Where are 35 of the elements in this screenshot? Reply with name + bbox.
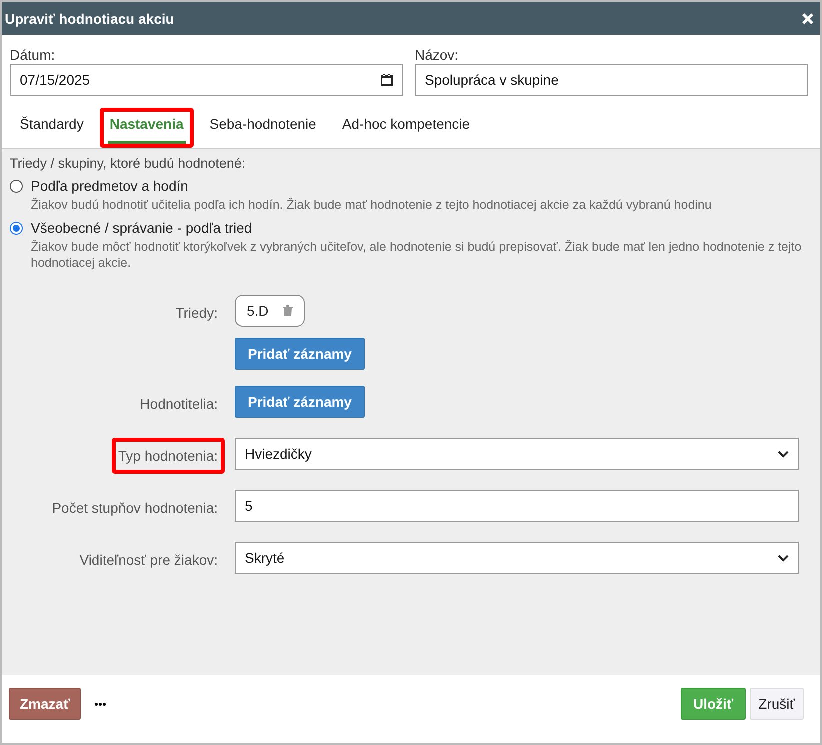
- calendar-icon[interactable]: [381, 74, 393, 86]
- add-records-button[interactable]: Pridať záznamy: [235, 386, 365, 418]
- name-field[interactable]: Spolupráca v skupine: [415, 64, 808, 96]
- tab[interactable]: Seba-hodnotenie: [208, 112, 318, 144]
- tab[interactable]: Nastavenia: [108, 112, 186, 144]
- close-icon[interactable]: [802, 12, 814, 24]
- chevron-down-icon: [778, 450, 789, 458]
- radio-button[interactable]: [10, 180, 23, 193]
- chevron-down-icon: [778, 554, 789, 562]
- tab[interactable]: Ad-hoc kompetencie: [340, 112, 472, 144]
- window-title: Upraviť hodnotiacu akciu: [5, 10, 174, 26]
- select-field[interactable]: Skryté: [235, 542, 799, 574]
- name-label: Názov:: [415, 47, 460, 63]
- class-chip[interactable]: 5.D: [235, 295, 305, 327]
- field-label: Triedy:: [174, 304, 219, 323]
- add-records-button[interactable]: Pridať záznamy: [235, 338, 365, 370]
- field-label: Viditeľnosť pre žiakov:: [78, 551, 219, 570]
- section-label: Triedy / skupiny, ktoré budú hodnotené:: [10, 156, 247, 171]
- radio-description: Žiakov bude môcť hodnotiť ktorýkoľvek z vybraných učiteľov, ale hodnotenie si budú prepisovať. Žiak bude mať len jedno hodnotenie z tejto hodnotiacej akcie.: [31, 239, 803, 271]
- delete-button[interactable]: Zmazať: [9, 688, 82, 720]
- field-label: Počet stupňov hodnotenia:: [51, 499, 219, 518]
- date-label: Dátum:: [10, 47, 56, 63]
- tab[interactable]: Štandardy: [18, 112, 86, 144]
- trash-icon[interactable]: [282, 305, 293, 317]
- more-icon[interactable]: [95, 702, 106, 706]
- field-label: Hodnotitelia:: [139, 395, 219, 414]
- radio-description: Žiakov budú hodnotiť učitelia podľa ich hodín. Žiak bude mať hodnotenie z tejto hodnotiacej akcie za každú vybranú hodinu: [31, 197, 712, 213]
- input-field[interactable]: 5: [235, 490, 799, 522]
- radio-button[interactable]: [10, 222, 23, 235]
- radio-label: Všeobecné / správanie - podľa tried: [31, 220, 254, 236]
- select-field[interactable]: Hviezdičky: [235, 438, 799, 470]
- date-field[interactable]: 07/15/2025: [10, 64, 403, 96]
- radio-label: Podľa predmetov a hodín: [31, 178, 190, 194]
- cancel-button[interactable]: Zrušiť: [750, 688, 804, 720]
- field-label: Typ hodnotenia:: [112, 438, 225, 474]
